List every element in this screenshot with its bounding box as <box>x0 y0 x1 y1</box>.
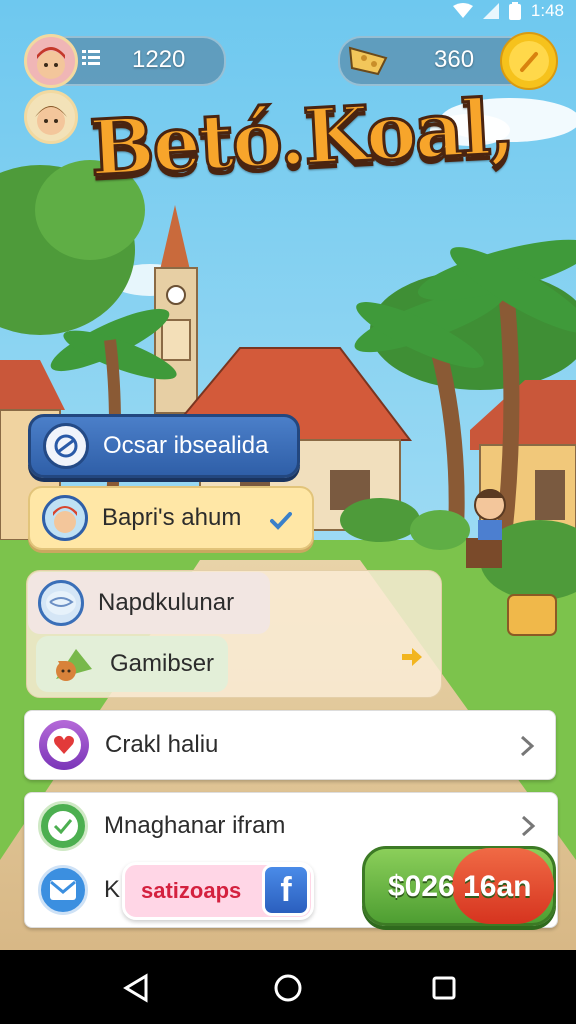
back-triangle-icon[interactable] <box>116 970 156 1006</box>
signal-icon <box>482 3 499 19</box>
chevron-right-icon <box>520 735 535 757</box>
menu-item-bapris[interactable]: Bapri's ahum <box>28 486 314 550</box>
menu-item-label: Napdkulunar <box>98 589 235 616</box>
checkmark-icon <box>270 512 292 530</box>
menu-item-gamibser[interactable]: Gamibser <box>36 636 228 692</box>
mail-icon <box>38 865 88 915</box>
game-scene: 1:48 1220 360 Betó.Koal, Ocsar ibsealida… <box>0 0 576 950</box>
status-time: 1:48 <box>530 1 564 20</box>
arrow-right-icon[interactable] <box>398 644 424 670</box>
player-avatar <box>42 495 88 541</box>
currency-value: 360 <box>434 46 475 73</box>
menu-item-label: Ocsar ibsealida <box>103 432 269 459</box>
heart-icon <box>39 720 89 770</box>
chat-icon <box>38 801 88 851</box>
list-icon[interactable] <box>82 48 100 66</box>
battery-icon <box>508 2 521 20</box>
menu-item-label: Crakl haliu <box>105 731 219 758</box>
system-nav-bar <box>0 950 576 1024</box>
score-value: 1220 <box>132 46 186 73</box>
status-bar: 1:48 <box>452 0 564 22</box>
menu-item-label: K <box>104 876 121 903</box>
menu-item-label: Gamibser <box>110 650 215 677</box>
menu-item-label: Bapri's ahum <box>102 504 242 531</box>
friend-avatar-icon[interactable] <box>24 90 78 144</box>
menu-item-label: Mnaghanar ifram <box>104 812 286 839</box>
menu-item-ocsar[interactable]: Ocsar ibsealida <box>28 414 300 478</box>
facebook-icon[interactable]: f <box>262 864 310 916</box>
swap-icon <box>43 423 89 469</box>
fox-icon <box>46 639 96 689</box>
cheese-icon <box>346 38 390 78</box>
player-avatar-icon[interactable] <box>24 34 78 88</box>
social-pill-label: satizoaps <box>141 878 242 903</box>
chevron-right-icon <box>521 815 536 837</box>
menu-item-napdkulunar[interactable]: Napdkulunar <box>28 572 270 634</box>
recents-square-icon[interactable] <box>424 970 464 1006</box>
game-title: Betó.Koal, <box>86 80 516 194</box>
map-globe-icon <box>38 580 84 626</box>
home-circle-icon[interactable] <box>268 970 308 1006</box>
cash-button-label: $026 16an <box>388 870 532 903</box>
wifi-icon <box>452 3 473 18</box>
menu-item-crakl[interactable]: Crakl haliu <box>24 710 556 780</box>
